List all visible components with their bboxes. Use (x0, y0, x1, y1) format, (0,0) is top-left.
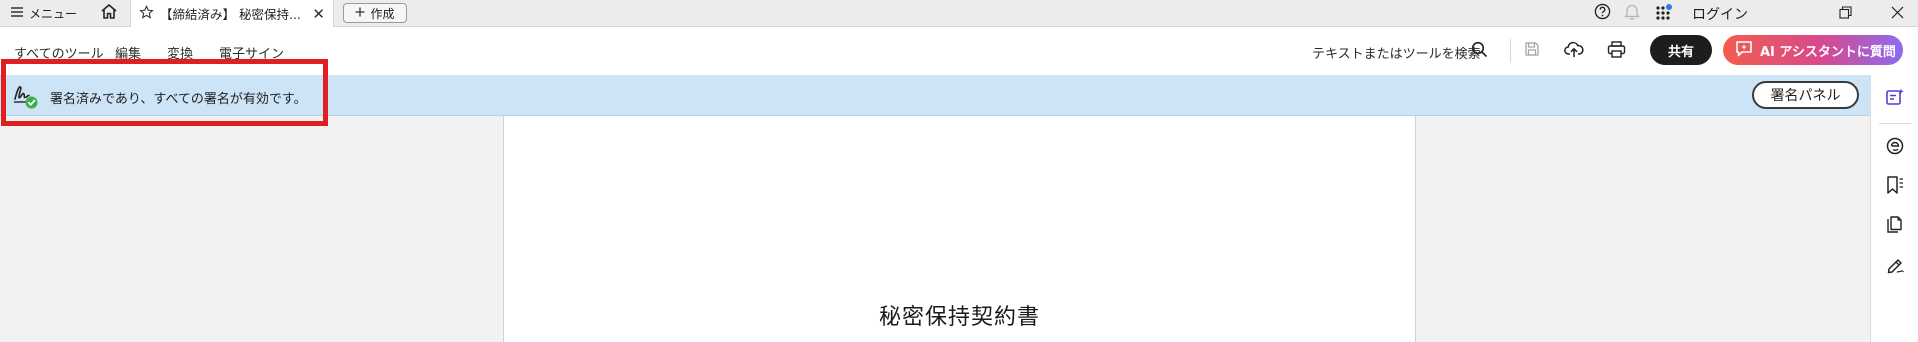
ai-assistant-label: AI アシスタントに質問 (1760, 44, 1896, 60)
share-button[interactable]: 共有 (1650, 35, 1712, 65)
export-button[interactable] (1883, 136, 1907, 160)
document-title: 秘密保持契約書 (878, 305, 1040, 330)
save-button[interactable] (1520, 40, 1544, 62)
document-tab[interactable]: 【締結済み】 秘密保持... ✕ (130, 0, 334, 27)
share-label: 共有 (1667, 44, 1694, 60)
plus-icon (355, 6, 365, 20)
pages-button[interactable] (1883, 215, 1907, 239)
close-window-button[interactable] (1882, 0, 1912, 27)
menu-button[interactable]: メニュー (10, 4, 77, 23)
hamburger-icon (10, 6, 24, 21)
menu-all-tools[interactable]: すべてのツール (14, 43, 104, 62)
rail-divider (1879, 123, 1911, 124)
comment-panel-icon (1885, 87, 1905, 111)
acrobat-window: メニュー 【締結済み】 秘密保持... ✕ 作成 ログイン すべてのツール 編集… (0, 0, 1918, 342)
document-page[interactable]: 秘密保持契約書 (503, 116, 1416, 342)
upload-cloud-button[interactable] (1562, 40, 1586, 62)
menu-label: メニュー (29, 7, 78, 21)
login-label: ログイン (1692, 6, 1748, 23)
create-label: 作成 (370, 6, 395, 21)
menu-edit[interactable]: 編集 (115, 43, 141, 62)
help-button[interactable] (1590, 0, 1614, 27)
menu-e-sign[interactable]: 電子サイン (219, 43, 284, 62)
restore-window-button[interactable] (1830, 0, 1860, 27)
create-button[interactable]: 作成 (343, 3, 407, 23)
signature-status-bar: 署名済みであり、すべての署名が有効です。 署名パネル (0, 75, 1870, 116)
bookmarks-button[interactable] (1883, 175, 1907, 199)
signature-valid-icon (12, 82, 40, 110)
main-toolbar: すべてのツール 編集 変換 電子サイン テキストまたはツールを検索 共有 AI … (0, 27, 1918, 75)
restore-window-icon (1838, 4, 1852, 23)
document-tab-title: 【締結済み】 秘密保持... (160, 7, 301, 22)
ai-assistant-button[interactable]: AI アシスタントに質問 (1723, 35, 1903, 65)
signature-status-message: 署名済みであり、すべての署名が有効です。 (50, 92, 307, 107)
signature-panel-label: 署名パネル (1770, 88, 1841, 104)
search-button[interactable] (1467, 40, 1491, 62)
print-icon (1607, 40, 1626, 62)
help-icon (1594, 3, 1611, 24)
fill-sign-button[interactable] (1883, 255, 1907, 279)
close-window-icon (1891, 4, 1904, 23)
print-button[interactable] (1604, 40, 1628, 62)
document-viewport[interactable]: 秘密保持契約書 (0, 116, 1870, 342)
pages-icon (1885, 215, 1905, 239)
fill-sign-icon (1885, 255, 1905, 279)
close-icon[interactable]: ✕ (312, 5, 325, 23)
ai-chat-icon (1735, 40, 1753, 61)
apps-grid-icon (1655, 3, 1673, 25)
home-button[interactable] (96, 1, 122, 25)
toolbar-divider (1510, 39, 1511, 63)
export-icon (1885, 136, 1905, 160)
menu-convert[interactable]: 変換 (167, 43, 193, 62)
apps-button[interactable] (1652, 0, 1676, 27)
notifications-button[interactable] (1620, 0, 1644, 27)
bookmarks-icon (1885, 175, 1905, 199)
comment-panel-button[interactable] (1883, 87, 1907, 111)
login-button[interactable]: ログイン (1690, 0, 1750, 27)
upload-cloud-icon (1564, 41, 1584, 62)
bell-icon (1623, 3, 1641, 24)
right-tools-rail (1870, 75, 1918, 342)
star-icon[interactable] (139, 4, 154, 23)
search-tools-label[interactable]: テキストまたはツールを検索 (1312, 43, 1481, 62)
signature-panel-button[interactable]: 署名パネル (1752, 81, 1859, 109)
home-icon (100, 3, 118, 24)
save-icon (1524, 41, 1540, 61)
search-icon (1471, 41, 1488, 62)
tab-strip: メニュー 【締結済み】 秘密保持... ✕ 作成 ログイン (0, 0, 1918, 27)
